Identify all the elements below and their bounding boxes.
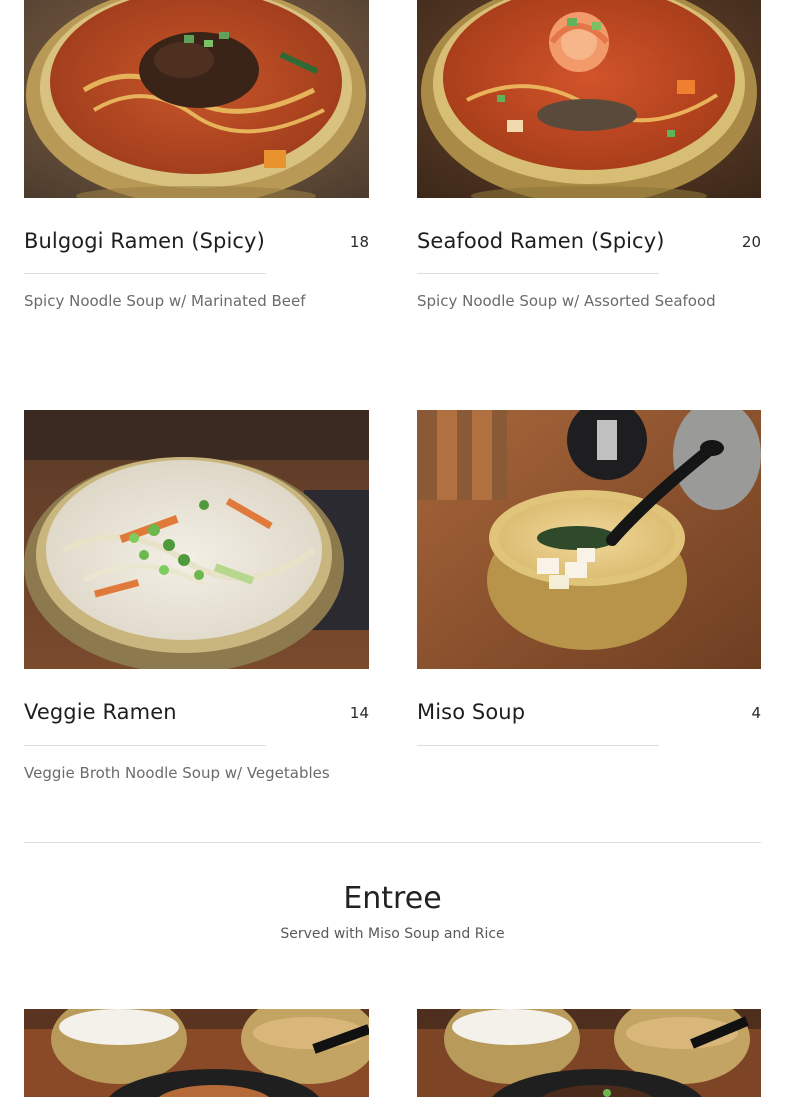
veggie-ramen-image	[24, 410, 369, 669]
menu-item-header: Seafood Ramen (Spicy) 20	[417, 229, 761, 261]
item-divider	[24, 745, 266, 746]
menu-item-description: Veggie Broth Noodle Soup w/ Vegetables	[24, 764, 330, 782]
menu-item-description: Spicy Noodle Soup w/ Assorted Seafood	[417, 292, 716, 310]
menu-item-price: 18	[349, 233, 369, 251]
section-subtitle: Served with Miso Soup and Rice	[280, 926, 505, 942]
menu-item-description: Spicy Noodle Soup w/ Marinated Beef	[24, 292, 306, 310]
item-divider	[24, 273, 266, 274]
menu-item-photo[interactable]	[417, 0, 761, 198]
menu-item-price: 20	[741, 233, 761, 251]
menu-item-photo[interactable]	[417, 410, 761, 669]
menu-item-photo[interactable]	[24, 0, 369, 198]
section-divider	[24, 842, 761, 843]
menu-item-name[interactable]: Bulgogi Ramen (Spicy)	[24, 229, 265, 253]
menu-item-name[interactable]: Miso Soup	[417, 700, 525, 724]
miso-soup-image	[417, 410, 761, 669]
menu-item-name[interactable]: Seafood Ramen (Spicy)	[417, 229, 665, 253]
item-divider	[417, 745, 659, 746]
menu-item-header: Bulgogi Ramen (Spicy) 18	[24, 229, 369, 261]
seafood-ramen-image	[417, 0, 761, 198]
entree-1-image	[24, 1009, 369, 1097]
menu-item-photo[interactable]	[24, 1009, 369, 1097]
section-title: Entree	[343, 881, 442, 916]
item-divider	[417, 273, 659, 274]
menu-item-header: Miso Soup 4	[417, 700, 761, 732]
bulgogi-ramen-image	[24, 0, 369, 198]
menu-item-photo[interactable]	[417, 1009, 761, 1097]
menu-item-photo[interactable]	[24, 410, 369, 669]
entree-2-image	[417, 1009, 761, 1097]
menu-page: Bulgogi Ramen (Spicy) 18 Spicy Noodle So…	[0, 0, 785, 1097]
menu-item-header: Veggie Ramen 14	[24, 700, 369, 732]
menu-item-price: 4	[751, 704, 761, 722]
menu-item-name[interactable]: Veggie Ramen	[24, 700, 177, 724]
menu-item-price: 14	[349, 704, 369, 722]
